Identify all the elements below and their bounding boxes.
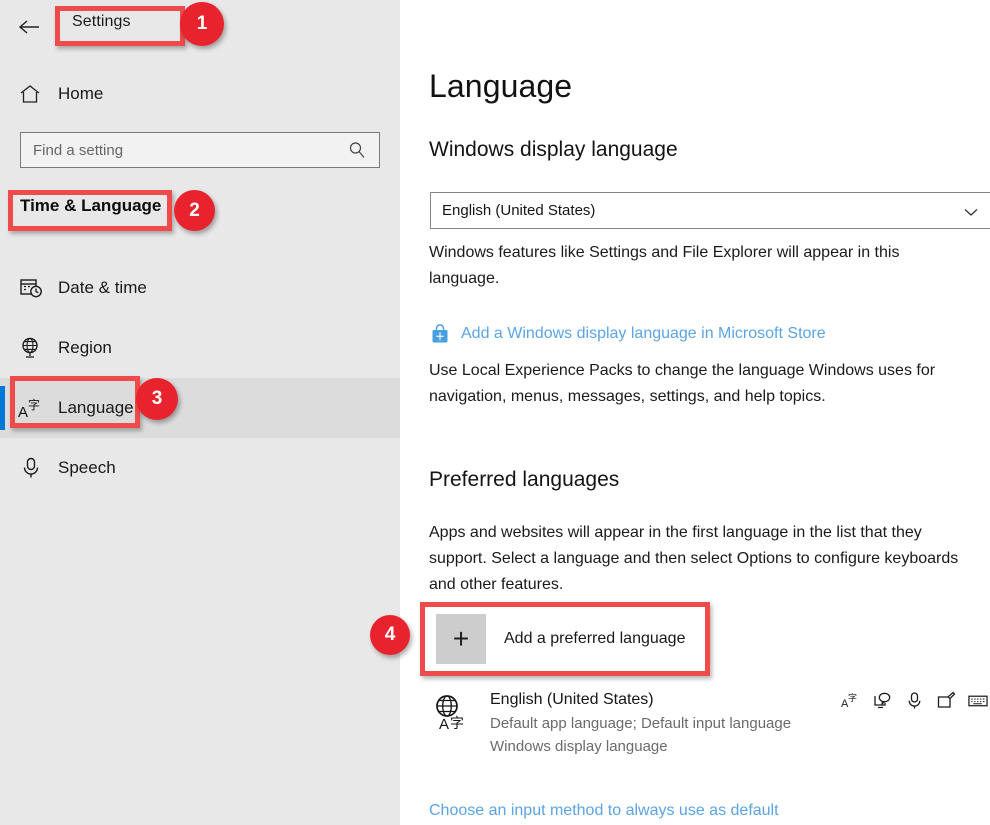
microsoft-store-language-link[interactable]: Add a Windows display language in Micros… [429, 323, 826, 345]
add-preferred-language-label: Add a preferred language [504, 630, 686, 647]
sidebar-item-region-label: Region [58, 338, 112, 357]
language-pack-icon[interactable]: A 字 [840, 690, 860, 710]
preferred-languages-heading: Preferred languages [429, 468, 620, 491]
time-and-language-header: Time & Language [20, 196, 162, 215]
microsoft-store-link-label: Add a Windows display language in Micros… [461, 325, 826, 342]
choose-input-method-link[interactable]: Choose an input method to always use as … [429, 802, 779, 820]
svg-text:A: A [439, 716, 449, 733]
language-list-item[interactable]: A 字 English (United States) Default app … [428, 688, 990, 755]
svg-text:字: 字 [450, 716, 464, 732]
sidebar-item-speech[interactable]: Speech [0, 438, 400, 498]
home-icon [18, 82, 42, 106]
display-language-dropdown[interactable]: English (United States) [430, 192, 990, 229]
sidebar: Settings Home Time & Language [0, 0, 400, 825]
sidebar-item-speech-label: Speech [58, 458, 116, 477]
language-feature-icons: A 字 [840, 690, 988, 710]
svg-text:A: A [18, 404, 28, 421]
globe-language-icon: A 字 [430, 692, 472, 734]
sidebar-item-home-label: Home [58, 84, 104, 103]
sidebar-item-date-time-label: Date & time [58, 278, 147, 297]
language-entry-sub1: Default app language; Default input lang… [490, 715, 792, 732]
plus-icon: + [436, 614, 486, 664]
plus-glyph: + [452, 623, 470, 654]
keyboard-icon[interactable] [968, 690, 988, 710]
language-a-character-icon: A 字 [18, 395, 44, 421]
settings-window: Settings Home Time & Language [0, 0, 990, 825]
main-content: Language Windows display language Englis… [400, 0, 990, 825]
handwriting-pen-icon[interactable] [936, 690, 956, 710]
speech-microphone-icon[interactable] [904, 690, 924, 710]
search-box[interactable] [20, 132, 380, 168]
display-language-description: Windows features like Settings and File … [429, 244, 900, 287]
windows-display-language-heading: Windows display language [429, 138, 678, 161]
language-entry-text: English (United States) Default app lang… [490, 688, 791, 758]
language-entry-sub2: Windows display language [490, 738, 668, 755]
svg-text:字: 字 [28, 397, 40, 412]
page-title: Language [429, 68, 573, 104]
sidebar-item-language[interactable]: A 字 Language [0, 378, 400, 438]
calendar-clock-icon [18, 275, 44, 301]
back-arrow-icon[interactable] [12, 12, 46, 42]
svg-text:字: 字 [848, 692, 857, 704]
sidebar-item-language-label: Language [58, 398, 134, 417]
language-entry-name: English (United States) [490, 691, 654, 708]
sidebar-item-region[interactable]: Region [0, 318, 400, 378]
globe-stand-icon [18, 335, 44, 361]
local-experience-packs-description: Use Local Experience Packs to change the… [429, 362, 936, 405]
display-language-icon[interactable] [872, 690, 892, 710]
title-bar: Settings [0, 0, 400, 56]
preferred-languages-description: Apps and websites will appear in the fir… [429, 524, 959, 593]
display-language-selected-value: English (United States) [442, 202, 596, 219]
microsoft-store-bag-icon [429, 323, 451, 345]
sidebar-item-home[interactable]: Home [0, 72, 400, 116]
sidebar-item-date-time[interactable]: Date & time [0, 258, 400, 318]
microphone-icon [18, 455, 44, 481]
chevron-down-icon[interactable] [963, 204, 979, 220]
app-title: Settings [72, 13, 131, 30]
search-input[interactable] [21, 134, 331, 166]
sidebar-nav-list: Date & time Region A 字 Language Speech [0, 258, 400, 498]
search-icon[interactable] [347, 140, 367, 160]
add-preferred-language-button[interactable]: + Add a preferred language [430, 608, 710, 670]
